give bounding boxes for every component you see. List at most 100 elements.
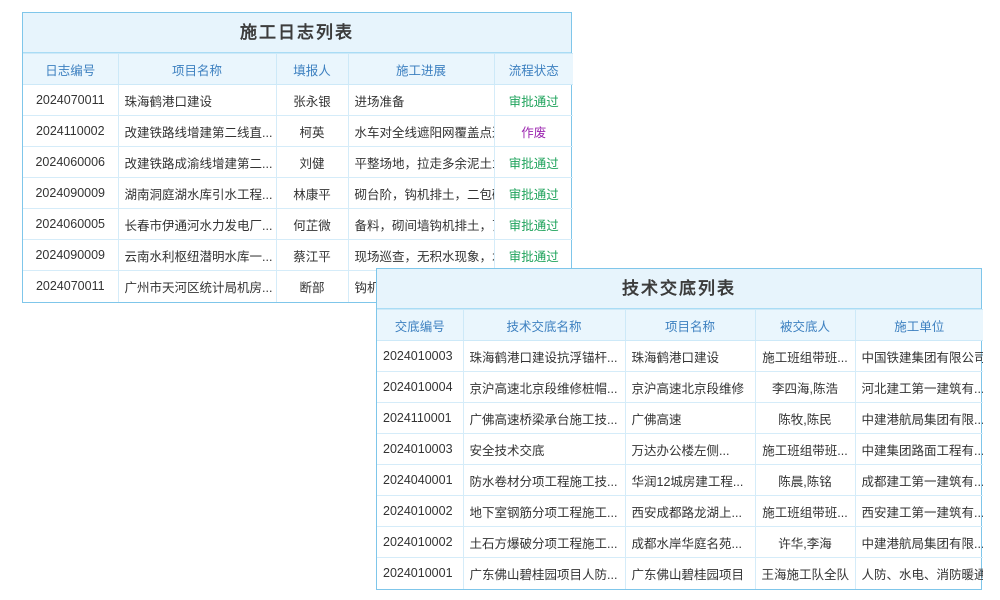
disclosure-name-cell[interactable]: 土石方爆破分项工程施工... [463,527,625,558]
log-reporter-cell[interactable]: 何芷微 [276,209,348,240]
tech-disclosure-panel: 技术交底列表 交底编号技术交底名称项目名称被交底人施工单位 2024010003… [376,268,982,590]
disclosure-name-cell[interactable]: 安全技术交底 [463,434,625,465]
log-progress-cell: 砌台阶，钩机排土，二包砌... [348,178,494,209]
table-row: 2024070011珠海鹤港口建设张永银进场准备审批通过 [23,85,573,116]
log-id-cell[interactable]: 2024060005 [23,209,118,240]
construction-log-panel: 施工日志列表 日志编号项目名称填报人施工进展流程状态 2024070011珠海鹤… [22,12,572,303]
table-row: 2024010002土石方爆破分项工程施工...成都水岸华庭名苑...许华,李海… [377,527,983,558]
log-reporter-cell[interactable]: 蔡江平 [276,240,348,271]
disclosure-project-cell[interactable]: 万达办公楼左侧... [625,434,755,465]
disclosure-name-cell[interactable]: 京沪高速北京段维修桩帽... [463,372,625,403]
log-progress-header: 施工进展 [348,54,494,85]
log-progress-cell: 备料，砌间墙钩机排土，瓦... [348,209,494,240]
log-reporter-cell[interactable]: 张永银 [276,85,348,116]
disclosure-receiver-cell: 王海施工队全队 [755,558,855,589]
disclosure-unit-cell: 西安建工第一建筑有... [855,496,983,527]
log-status-cell: 审批通过 [494,147,573,178]
disclosure-project-cell[interactable]: 成都水岸华庭名苑... [625,527,755,558]
log-id-cell[interactable]: 2024060006 [23,147,118,178]
log-id-cell[interactable]: 2024070011 [23,85,118,116]
log-status-cell: 作废 [494,116,573,147]
log-id-cell[interactable]: 2024090009 [23,178,118,209]
disclosure-receiver-header: 被交底人 [755,310,855,341]
disclosure-receiver-cell: 许华,李海 [755,527,855,558]
log-reporter-cell[interactable]: 林康平 [276,178,348,209]
construction-log-head: 日志编号项目名称填报人施工进展流程状态 [23,54,573,85]
table-row: 2024060005长春市伊通河水力发电厂...何芷微备料，砌间墙钩机排土，瓦.… [23,209,573,240]
log-status-cell: 审批通过 [494,209,573,240]
disclosure-name-header: 技术交底名称 [463,310,625,341]
table-row: 2024110002改建铁路线增建第二线直...柯英水车对全线遮阳网覆盖点进..… [23,116,573,147]
disclosure-id-cell[interactable]: 2024010001 [377,558,463,589]
table-row: 2024040001防水卷材分项工程施工技...华润12城房建工程...陈晨,陈… [377,465,983,496]
disclosure-id-cell[interactable]: 2024010003 [377,341,463,372]
disclosure-project-header: 项目名称 [625,310,755,341]
table-row: 2024090009云南水利枢纽潜明水库一...蔡江平现场巡查，无积水现象，水.… [23,240,573,271]
disclosure-unit-cell: 成都建工第一建筑有... [855,465,983,496]
log-project-cell[interactable]: 珠海鹤港口建设 [118,85,276,116]
disclosure-name-cell[interactable]: 珠海鹤港口建设抗浮锚杆... [463,341,625,372]
disclosure-unit-cell: 中建集团路面工程有... [855,434,983,465]
log-reporter-cell[interactable]: 断部 [276,271,348,302]
disclosure-unit-cell: 河北建工第一建筑有... [855,372,983,403]
log-project-cell[interactable]: 湖南洞庭湖水库引水工程... [118,178,276,209]
log-id-cell[interactable]: 2024110002 [23,116,118,147]
disclosure-receiver-cell: 陈晨,陈铭 [755,465,855,496]
disclosure-receiver-cell: 陈牧,陈民 [755,403,855,434]
log-id-header: 日志编号 [23,54,118,85]
disclosure-receiver-cell: 李四海,陈浩 [755,372,855,403]
log-reporter-cell[interactable]: 柯英 [276,116,348,147]
table-row: 2024010003安全技术交底万达办公楼左侧...施工班组带班...中建集团路… [377,434,983,465]
log-project-cell[interactable]: 改建铁路线增建第二线直... [118,116,276,147]
log-project-cell[interactable]: 改建铁路成渝线增建第二... [118,147,276,178]
log-project-cell[interactable]: 长春市伊通河水力发电厂... [118,209,276,240]
table-row: 2024010002地下室钢筋分项工程施工...西安成都路龙湖上...施工班组带… [377,496,983,527]
log-reporter-cell[interactable]: 刘健 [276,147,348,178]
disclosure-id-cell[interactable]: 2024010004 [377,372,463,403]
log-project-cell[interactable]: 云南水利枢纽潜明水库一... [118,240,276,271]
table-row: 2024010003珠海鹤港口建设抗浮锚杆...珠海鹤港口建设施工班组带班...… [377,341,983,372]
log-progress-cell: 进场准备 [348,85,494,116]
disclosure-project-cell[interactable]: 广东佛山碧桂园项目 [625,558,755,589]
log-project-cell[interactable]: 广州市天河区统计局机房... [118,271,276,302]
tech-disclosure-head: 交底编号技术交底名称项目名称被交底人施工单位 [377,310,983,341]
log-project-header: 项目名称 [118,54,276,85]
log-progress-cell: 现场巡查，无积水现象，水... [348,240,494,271]
table-row: 2024110001广佛高速桥梁承台施工技...广佛高速陈牧,陈民中建港航局集团… [377,403,983,434]
log-id-cell[interactable]: 2024090009 [23,240,118,271]
disclosure-id-cell[interactable]: 2024010002 [377,496,463,527]
disclosure-unit-cell: 中建港航局集团有限... [855,403,983,434]
disclosure-id-cell[interactable]: 2024110001 [377,403,463,434]
disclosure-name-cell[interactable]: 地下室钢筋分项工程施工... [463,496,625,527]
disclosure-project-cell[interactable]: 华润12城房建工程... [625,465,755,496]
disclosure-name-cell[interactable]: 防水卷材分项工程施工技... [463,465,625,496]
log-status-cell: 审批通过 [494,85,573,116]
disclosure-id-cell[interactable]: 2024010002 [377,527,463,558]
log-status-cell: 审批通过 [494,178,573,209]
disclosure-name-cell[interactable]: 广东佛山碧桂园项目人防... [463,558,625,589]
tech-disclosure-title: 技术交底列表 [377,269,981,309]
disclosure-receiver-cell: 施工班组带班... [755,341,855,372]
table-row: 2024010001广东佛山碧桂园项目人防...广东佛山碧桂园项目王海施工队全队… [377,558,983,589]
log-reporter-header: 填报人 [276,54,348,85]
disclosure-unit-cell: 人防、水电、消防暖通 [855,558,983,589]
disclosure-project-cell[interactable]: 广佛高速 [625,403,755,434]
construction-log-title: 施工日志列表 [23,13,571,53]
log-progress-cell: 水车对全线遮阳网覆盖点进... [348,116,494,147]
log-status-cell: 审批通过 [494,240,573,271]
disclosure-id-cell[interactable]: 2024010003 [377,434,463,465]
construction-log-header-row: 日志编号项目名称填报人施工进展流程状态 [23,54,573,85]
log-id-cell[interactable]: 2024070011 [23,271,118,302]
table-row: 2024090009湖南洞庭湖水库引水工程...林康平砌台阶，钩机排土，二包砌.… [23,178,573,209]
disclosure-unit-cell: 中建港航局集团有限... [855,527,983,558]
disclosure-project-cell[interactable]: 珠海鹤港口建设 [625,341,755,372]
disclosure-unit-cell: 中国铁建集团有限公司 [855,341,983,372]
tech-disclosure-body: 2024010003珠海鹤港口建设抗浮锚杆...珠海鹤港口建设施工班组带班...… [377,341,983,589]
disclosure-id-cell[interactable]: 2024040001 [377,465,463,496]
table-row: 2024010004京沪高速北京段维修桩帽...京沪高速北京段维修李四海,陈浩河… [377,372,983,403]
disclosure-unit-header: 施工单位 [855,310,983,341]
log-progress-cell: 平整场地，拉走多余泥土15... [348,147,494,178]
disclosure-project-cell[interactable]: 京沪高速北京段维修 [625,372,755,403]
disclosure-project-cell[interactable]: 西安成都路龙湖上... [625,496,755,527]
disclosure-name-cell[interactable]: 广佛高速桥梁承台施工技... [463,403,625,434]
